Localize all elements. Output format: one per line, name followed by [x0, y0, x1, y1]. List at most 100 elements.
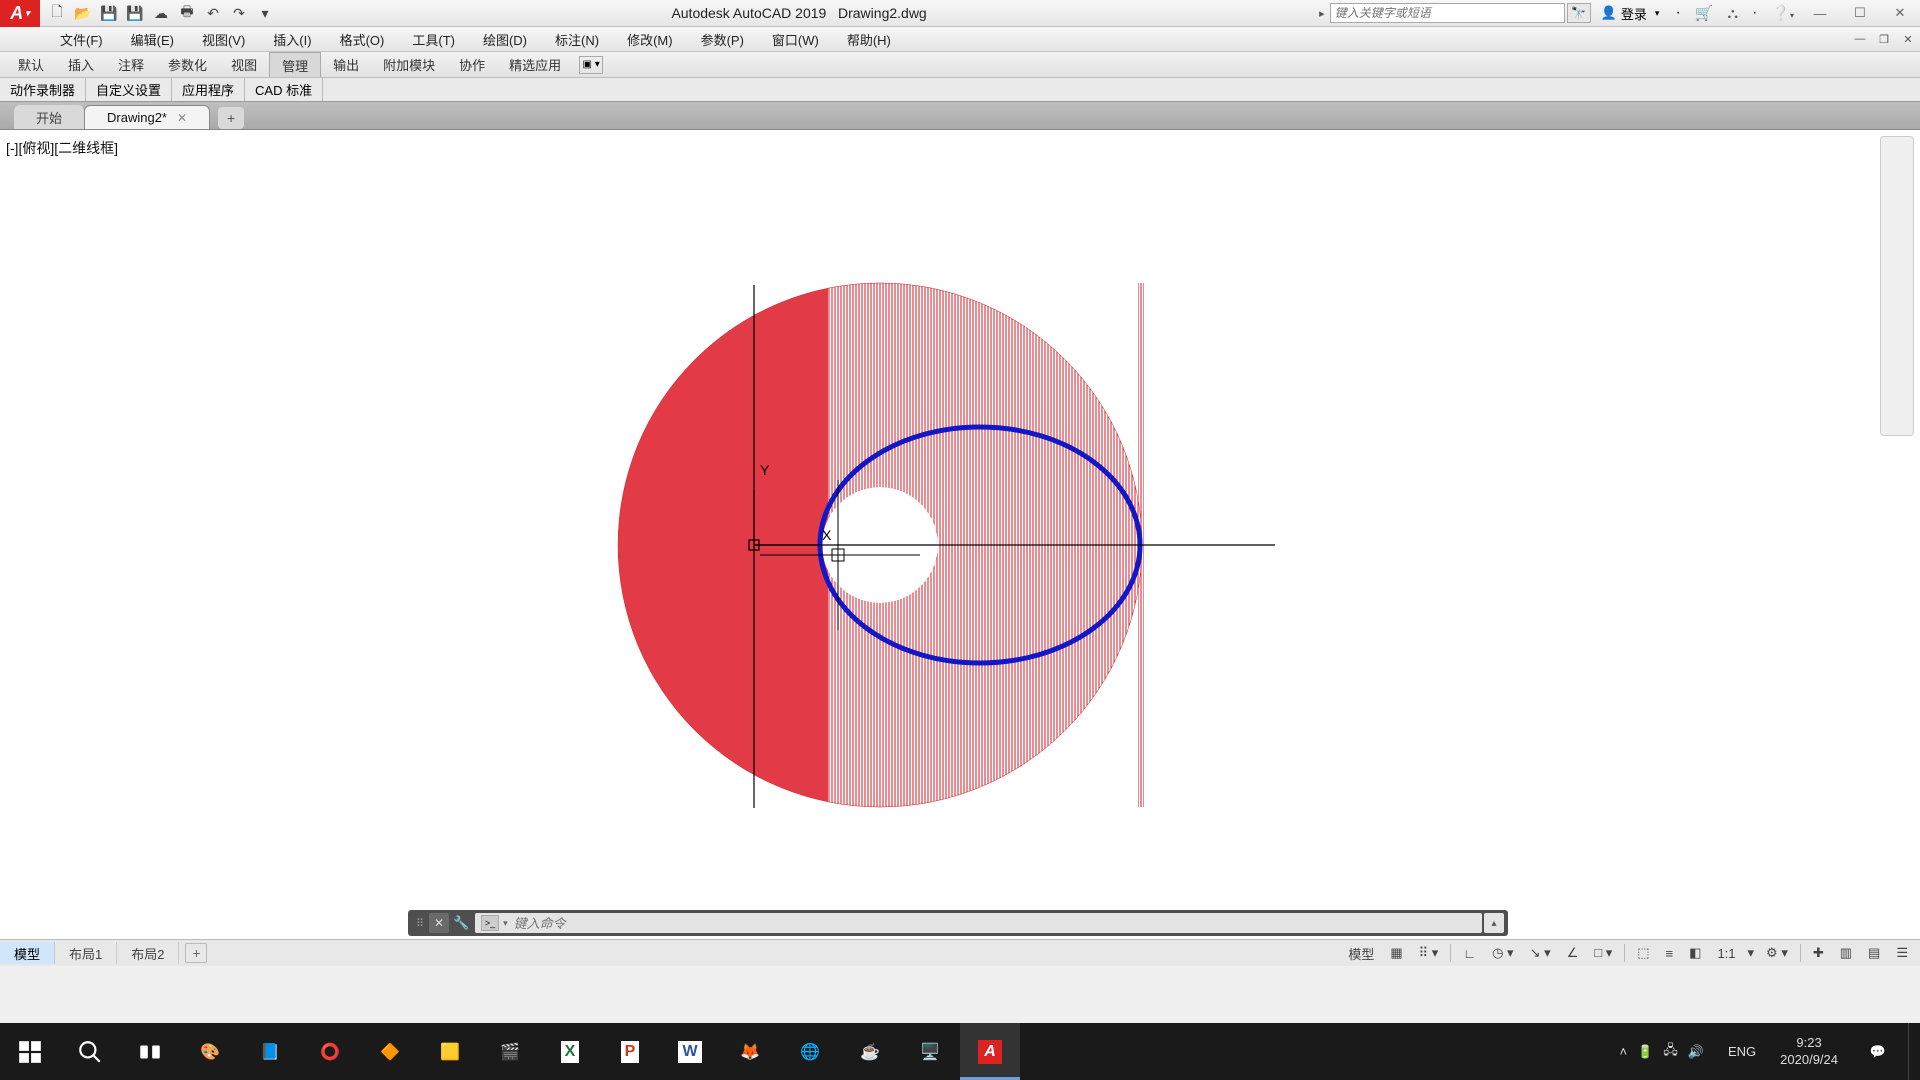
cmd-close-button[interactable]: ✕: [429, 913, 449, 933]
transparency-icon[interactable]: ◧: [1685, 942, 1705, 964]
layout-tab-add-button[interactable]: +: [185, 943, 207, 963]
saveas-icon[interactable]: 💾: [124, 3, 146, 23]
isodraft-icon[interactable]: ↘ ▾: [1526, 942, 1555, 964]
cmd-prompt-icon[interactable]: >_: [481, 915, 499, 931]
search-taskbar-icon[interactable]: [60, 1023, 120, 1080]
taskbar-app-monitor[interactable]: 🖥️: [900, 1023, 960, 1080]
cmd-drag-handle[interactable]: ⠿: [412, 917, 429, 930]
lineweight-icon[interactable]: ≡: [1662, 942, 1678, 964]
doc-tab-start[interactable]: 开始: [14, 105, 84, 129]
menu-format[interactable]: 格式(O): [326, 27, 399, 51]
taskbar-app-powerpoint[interactable]: P: [600, 1023, 660, 1080]
menu-window[interactable]: 窗口(W): [758, 27, 833, 51]
menu-help[interactable]: 帮助(H): [833, 27, 905, 51]
ime-indicator[interactable]: ENG: [1728, 1044, 1756, 1059]
exchange-icon[interactable]: 🛒: [1695, 4, 1714, 22]
hardware-accel-icon[interactable]: ▤: [1864, 942, 1884, 964]
isolate-icon[interactable]: ▥: [1836, 942, 1856, 964]
status-model-button[interactable]: 模型: [1344, 942, 1378, 964]
taskbar-app-notes[interactable]: 📘: [240, 1023, 300, 1080]
menu-file[interactable]: 文件(F): [46, 27, 117, 51]
plot-icon[interactable]: 🖶: [176, 3, 198, 23]
command-line[interactable]: ⠿ ✕ 🔧 >_ ▾ ▴: [408, 910, 1508, 936]
new-icon[interactable]: 🗋: [46, 3, 68, 23]
search-button[interactable]: 🔭: [1567, 3, 1591, 23]
taskbar-app-player[interactable]: 🟨: [420, 1023, 480, 1080]
menu-draw[interactable]: 绘图(D): [469, 27, 541, 51]
doc-tab-close-button[interactable]: ✕: [177, 111, 187, 125]
taskbar-app-vlc[interactable]: 🔶: [360, 1023, 420, 1080]
taskbar-app-autocad[interactable]: A: [960, 1023, 1020, 1080]
ribbon-tab-output[interactable]: 输出: [321, 52, 371, 77]
taskbar-app-excel[interactable]: X: [540, 1023, 600, 1080]
menu-dimension[interactable]: 标注(N): [541, 27, 613, 51]
redo-icon[interactable]: ↷: [228, 3, 250, 23]
ribbon-tab-manage[interactable]: 管理: [269, 52, 321, 77]
ortho-icon[interactable]: ∟: [1459, 942, 1480, 964]
taskbar-app-word[interactable]: W: [660, 1023, 720, 1080]
polar-icon[interactable]: ◷ ▾: [1488, 942, 1517, 964]
maximize-button[interactable]: ☐: [1840, 1, 1880, 25]
task-view-icon[interactable]: [120, 1023, 180, 1080]
tray-volume-icon[interactable]: 🔊: [1688, 1044, 1704, 1060]
taskbar-app-java[interactable]: ☕: [840, 1023, 900, 1080]
workspace-icon[interactable]: ⚙ ▾: [1762, 942, 1792, 964]
action-center-icon[interactable]: 💬: [1862, 1023, 1894, 1080]
taskbar-clock[interactable]: 9:23 2020/9/24: [1770, 1035, 1848, 1068]
ribbon-tab-view[interactable]: 视图: [219, 52, 269, 77]
tray-battery-icon[interactable]: 🔋: [1637, 1044, 1653, 1060]
panel-app[interactable]: 应用程序: [172, 78, 245, 101]
ribbon-tab-insert[interactable]: 插入: [56, 52, 106, 77]
anno-monitor-icon[interactable]: ✚: [1809, 942, 1828, 964]
taskbar-app-firefox[interactable]: 🦊: [720, 1023, 780, 1080]
tray-network-icon[interactable]: 🖧: [1663, 1041, 1678, 1063]
app-menu-button[interactable]: A▾: [0, 0, 40, 27]
mdi-minimize-button[interactable]: —: [1848, 29, 1872, 49]
web-open-icon[interactable]: ☁: [150, 3, 172, 23]
ribbon-collapse-button[interactable]: ▣ ▾: [579, 56, 603, 74]
app-store-icon[interactable]: ⛬: [1727, 5, 1738, 22]
undo-icon[interactable]: ↶: [202, 3, 224, 23]
ribbon-tab-default[interactable]: 默认: [6, 52, 56, 77]
menu-view[interactable]: 视图(V): [188, 27, 259, 51]
menu-modify[interactable]: 修改(M): [613, 27, 687, 51]
ribbon-tab-annotate[interactable]: 注释: [106, 52, 156, 77]
anno-scale-label[interactable]: 1:1: [1713, 942, 1739, 964]
menu-edit[interactable]: 编辑(E): [117, 27, 188, 51]
layout-tab-model[interactable]: 模型: [0, 942, 55, 964]
snap-icon[interactable]: ⠿ ▾: [1415, 942, 1443, 964]
minimize-button[interactable]: —: [1800, 1, 1840, 25]
show-desktop-button[interactable]: [1908, 1023, 1916, 1080]
save-icon[interactable]: 💾: [98, 3, 120, 23]
panel-custom[interactable]: 自定义设置: [86, 78, 172, 101]
osnap-settings-icon[interactable]: □ ▾: [1590, 942, 1616, 964]
cmd-customize-button[interactable]: 🔧: [451, 913, 471, 933]
taskbar-app-chrome[interactable]: 🌐: [780, 1023, 840, 1080]
panel-recorder[interactable]: 动作录制器: [0, 78, 86, 101]
mdi-close-button[interactable]: ✕: [1896, 29, 1920, 49]
open-icon[interactable]: 📂: [72, 3, 94, 23]
ribbon-tab-featured[interactable]: 精选应用: [497, 52, 573, 77]
close-button[interactable]: ✕: [1880, 1, 1920, 25]
menu-parametric[interactable]: 参数(P): [687, 27, 758, 51]
dyn-input-icon[interactable]: ⬚: [1633, 942, 1653, 964]
search-expand-icon[interactable]: ▸: [1316, 7, 1328, 20]
layout-tab-layout1[interactable]: 布局1: [55, 942, 117, 964]
clean-screen-icon[interactable]: ☰: [1892, 942, 1912, 964]
search-input[interactable]: [1330, 3, 1565, 23]
layout-tab-layout2[interactable]: 布局2: [117, 942, 179, 964]
menu-insert[interactable]: 插入(I): [259, 27, 325, 51]
qat-customize-icon[interactable]: ▾: [254, 3, 276, 23]
taskbar-app-obs[interactable]: ⭕: [300, 1023, 360, 1080]
doc-tab-active[interactable]: Drawing2* ✕: [84, 105, 210, 129]
grid-icon[interactable]: ▦: [1386, 942, 1406, 964]
ribbon-tab-addins[interactable]: 附加模块: [371, 52, 447, 77]
login-button[interactable]: 👤登录▾: [1593, 4, 1668, 23]
doc-tab-add-button[interactable]: +: [218, 107, 244, 129]
command-input[interactable]: [514, 916, 1476, 931]
panel-cad-std[interactable]: CAD 标准: [245, 78, 323, 101]
taskbar-app-paint[interactable]: 🎨: [180, 1023, 240, 1080]
tray-chevron-icon[interactable]: ˄: [1620, 1044, 1628, 1059]
taskbar-app-clapper[interactable]: 🎬: [480, 1023, 540, 1080]
cmd-history-button[interactable]: ▴: [1484, 913, 1504, 933]
